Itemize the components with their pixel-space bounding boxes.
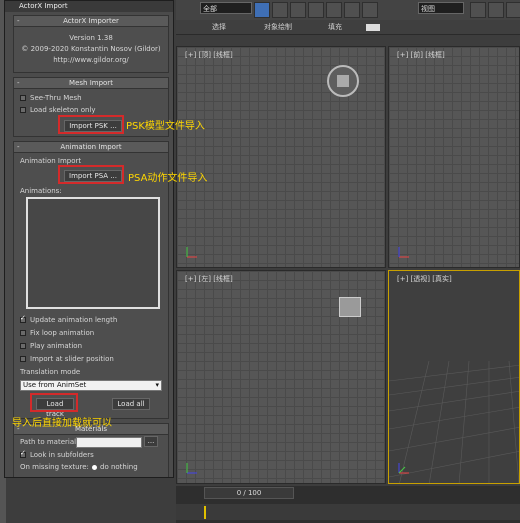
viewport-left[interactable]: [+] [左] [线框]	[176, 270, 386, 484]
viewport-label[interactable]: [+] [前] [线框]	[397, 50, 445, 60]
see-thru-checkbox[interactable]	[20, 95, 26, 101]
psk-annotation: PSK模型文件导入	[126, 121, 205, 132]
chevron-down-icon: ▾	[155, 381, 159, 389]
update-length-label: Update animation length	[30, 316, 118, 324]
time-marker	[204, 506, 206, 519]
missing-texture-label: On missing texture:	[20, 463, 89, 471]
update-length-checkbox[interactable]	[20, 314, 26, 323]
animations-list[interactable]	[26, 197, 160, 309]
reference-coord-dropdown[interactable]: 视图	[418, 2, 464, 14]
section-materials: -Materials Path to materials ... Look in…	[13, 423, 169, 477]
axis-gizmo-icon	[398, 247, 409, 258]
main-toolbar: 全部 视图	[176, 0, 520, 20]
tab-populate[interactable]: 填充	[328, 22, 342, 32]
axis-gizmo-icon	[398, 463, 409, 474]
select-by-name-icon[interactable]	[272, 2, 288, 18]
do-nothing-radio[interactable]	[92, 465, 97, 470]
path-input[interactable]	[76, 437, 142, 448]
tab-select[interactable]: 选择	[212, 22, 226, 32]
load-all-button[interactable]: Load all	[112, 398, 150, 410]
dialog-scrollbar[interactable]	[173, 15, 174, 475]
viewport-label[interactable]: [+] [透视] [真实]	[397, 274, 452, 284]
copyright-text: © 2009-2020 Konstantin Nosov (Gildor)	[21, 45, 161, 53]
axis-gizmo-icon	[186, 247, 197, 258]
psa-highlight	[58, 165, 124, 184]
viewport-label[interactable]: [+] [左] [线框]	[185, 274, 233, 284]
snap-icon[interactable]	[506, 2, 520, 18]
fix-loop-checkbox[interactable]	[20, 330, 26, 336]
path-label: Path to materials	[20, 438, 80, 446]
animation-subheader: Animation Import	[20, 157, 82, 165]
viewport-label[interactable]: [+] [顶] [线框]	[185, 50, 233, 60]
section-header[interactable]: - ActorX Importer	[14, 16, 168, 27]
dialog-title: ActorX Import	[19, 2, 68, 10]
scale-icon[interactable]	[362, 2, 378, 18]
timeline: 0 / 100	[176, 486, 520, 523]
viewcube-icon[interactable]	[327, 65, 359, 97]
axis-gizmo-icon	[186, 463, 197, 474]
track-bar[interactable]	[176, 504, 520, 520]
section-header[interactable]: - Mesh Import	[14, 78, 168, 89]
dialog-titlebar[interactable]: ActorX Import	[5, 1, 173, 12]
translation-mode-select[interactable]: Use from AnimSet ▾	[20, 380, 162, 391]
select-object-icon[interactable]	[254, 2, 270, 18]
viewport-front[interactable]: [+] [前] [线框]	[388, 46, 520, 268]
browse-button[interactable]: ...	[144, 436, 158, 447]
viewport-top[interactable]: [+] [顶] [线框]	[176, 46, 386, 268]
pivot-icon[interactable]	[470, 2, 486, 18]
rotate-icon[interactable]	[344, 2, 360, 18]
ribbon-toggle-icon[interactable]	[366, 24, 380, 31]
look-subfolders-checkbox[interactable]	[20, 449, 26, 458]
do-nothing-label: do nothing	[100, 463, 138, 471]
load-skeleton-label: Load skeleton only	[30, 106, 96, 114]
fix-loop-label: Fix loop animation	[30, 329, 95, 337]
psa-annotation: PSA动作文件导入	[128, 173, 208, 184]
load-annotation: 导入后直接加载就可以	[12, 418, 112, 429]
psk-highlight	[58, 115, 124, 134]
viewport-perspective[interactable]: [+] [透视] [真实]	[388, 270, 520, 484]
move-icon[interactable]	[326, 2, 342, 18]
play-animation-label: Play animation	[30, 342, 83, 350]
rect-selection-icon[interactable]	[290, 2, 306, 18]
see-thru-label: See-Thru Mesh	[30, 94, 82, 102]
version-text: Version 1.38	[69, 34, 113, 42]
select-manipulate-icon[interactable]	[488, 2, 504, 18]
play-animation-checkbox[interactable]	[20, 343, 26, 349]
section-importer-info: - ActorX Importer Version 1.38 © 2009-202…	[13, 15, 169, 73]
section-header[interactable]: - Animation Import	[14, 142, 168, 153]
import-at-slider-checkbox[interactable]	[20, 356, 26, 362]
tab-object-paint[interactable]: 对象绘制	[264, 22, 292, 32]
ribbon-tabs: 选择 对象绘制 填充	[176, 20, 520, 35]
time-slider[interactable]: 0 / 100	[204, 487, 294, 499]
website-link[interactable]: http://www.gildor.org/	[14, 56, 168, 64]
load-track-highlight	[30, 393, 78, 412]
selection-filter-dropdown[interactable]: 全部	[200, 2, 252, 14]
translation-mode-label: Translation mode	[20, 368, 81, 376]
animations-label: Animations:	[20, 187, 62, 195]
look-subfolders-label: Look in subfolders	[30, 451, 94, 459]
window-crossing-icon[interactable]	[308, 2, 324, 18]
import-at-slider-label: Import at slider position	[30, 355, 114, 363]
load-skeleton-checkbox[interactable]	[20, 107, 26, 113]
viewcube-icon[interactable]	[339, 297, 361, 317]
